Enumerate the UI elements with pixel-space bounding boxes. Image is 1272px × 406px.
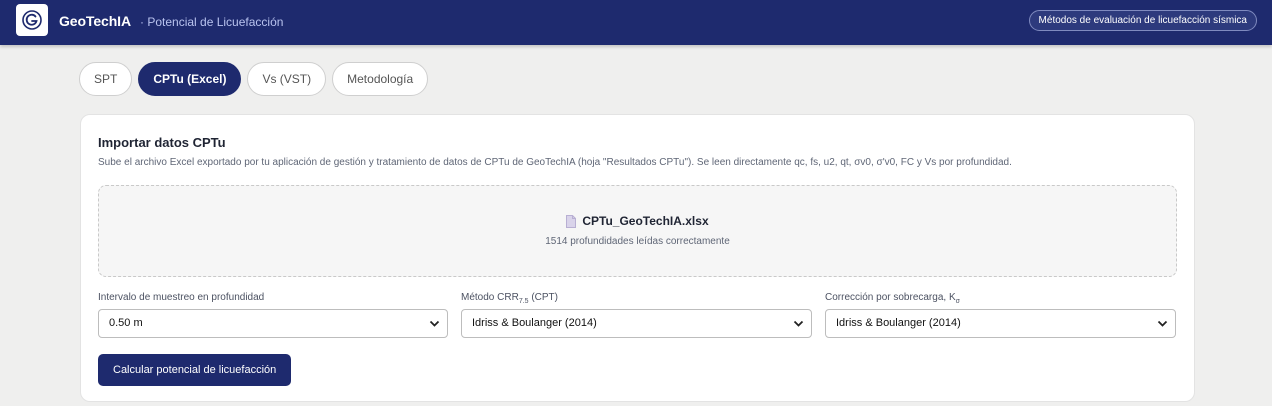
methods-button[interactable]: Métodos de evaluación de licuefacción sí… [1028, 10, 1257, 31]
tab-metodologia[interactable]: Metodología [332, 62, 429, 96]
file-dropzone[interactable]: CPTu_GeoTechIA.xlsx 1514 profundidades l… [98, 185, 1177, 277]
k-sigma-label: Corrección por sobrecarga, Kσ [825, 292, 960, 305]
card-title: Importar datos CPTu [98, 135, 226, 150]
file-status: 1514 profundidades leídas correctamente [545, 236, 730, 247]
k-sigma-select-value: Idriss & Boulanger (2014) [836, 317, 961, 329]
card-description: Sube el archivo Excel exportado por tu a… [98, 157, 1012, 168]
tab-vs-vst[interactable]: Vs (VST) [247, 62, 327, 96]
file-row: CPTu_GeoTechIA.xlsx [99, 214, 1176, 228]
interval-select-value: 0.50 m [109, 317, 143, 329]
tab-bar: SPT CPTu (Excel) Vs (VST) Metodología [79, 62, 429, 96]
calculate-button[interactable]: Calcular potencial de licuefacción [98, 354, 292, 386]
k-sigma-select[interactable]: Idriss & Boulanger (2014) [825, 309, 1176, 338]
interval-label: Intervalo de muestreo en profundidad [98, 292, 265, 303]
tab-cptu-excel[interactable]: CPTu (Excel) [138, 62, 242, 96]
chevron-down-icon [429, 320, 440, 327]
crr-method-select[interactable]: Idriss & Boulanger (2014) [461, 309, 812, 338]
file-icon [566, 214, 577, 228]
geotechia-logo-icon [22, 10, 42, 30]
import-card: Importar datos CPTu Sube el archivo Exce… [80, 114, 1195, 402]
app-logo[interactable] [16, 4, 48, 36]
interval-select[interactable]: 0.50 m [98, 309, 448, 338]
page-subtitle: · Potencial de Licuefacción [140, 15, 284, 29]
chevron-down-icon [793, 320, 804, 327]
chevron-down-icon [1157, 320, 1168, 327]
file-name: CPTu_GeoTechIA.xlsx [582, 214, 709, 228]
top-bar: GeoTechIA · Potencial de Licuefacción Mé… [0, 0, 1272, 45]
brand-name: GeoTechIA [59, 13, 131, 29]
tab-spt[interactable]: SPT [79, 62, 133, 96]
crr-method-label: Método CRR7.5 (CPT) [461, 292, 558, 305]
crr-method-select-value: Idriss & Boulanger (2014) [472, 317, 597, 329]
